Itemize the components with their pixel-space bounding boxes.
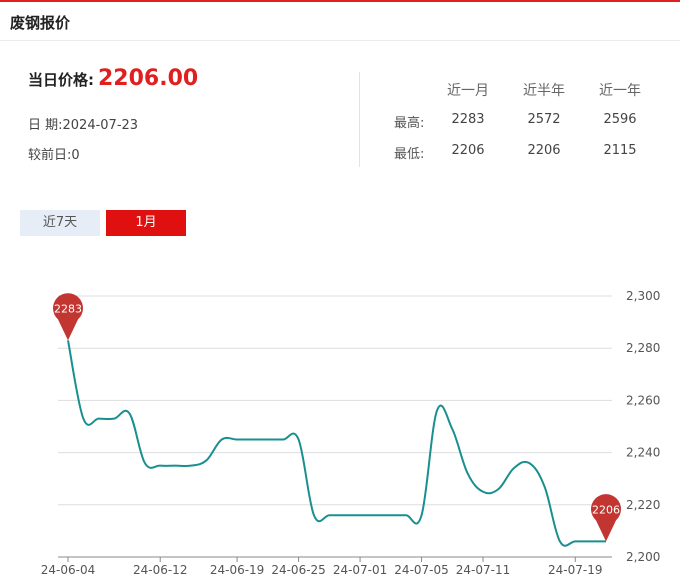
x-tick-label: 24-07-19 (548, 563, 602, 577)
x-tick-label: 24-07-05 (394, 563, 448, 577)
x-tick-label: 24-06-12 (133, 563, 187, 577)
pin-marker-label: 2206 (592, 503, 620, 516)
pin-marker-label: 2283 (54, 302, 82, 315)
x-tick-label: 24-07-11 (456, 563, 510, 577)
y-tick-label: 2,300 (626, 289, 660, 303)
y-tick-label: 2,260 (626, 393, 660, 407)
y-tick-label: 2,280 (626, 341, 660, 355)
series-line (67, 340, 606, 547)
x-tick-label: 24-06-25 (271, 563, 325, 577)
y-tick-label: 2,200 (626, 550, 660, 564)
y-tick-label: 2,220 (626, 498, 660, 512)
x-tick-label: 24-06-19 (210, 563, 264, 577)
pin-marker (53, 293, 83, 341)
x-tick-label: 24-07-01 (333, 563, 387, 577)
x-tick-label: 24-06-04 (41, 563, 95, 577)
y-tick-label: 2,240 (626, 446, 660, 460)
price-line-chart: 2,300 2,280 2,260 2,240 2,220 2,200 24-06-04 24… (41, 289, 661, 577)
pin-marker (591, 494, 621, 542)
